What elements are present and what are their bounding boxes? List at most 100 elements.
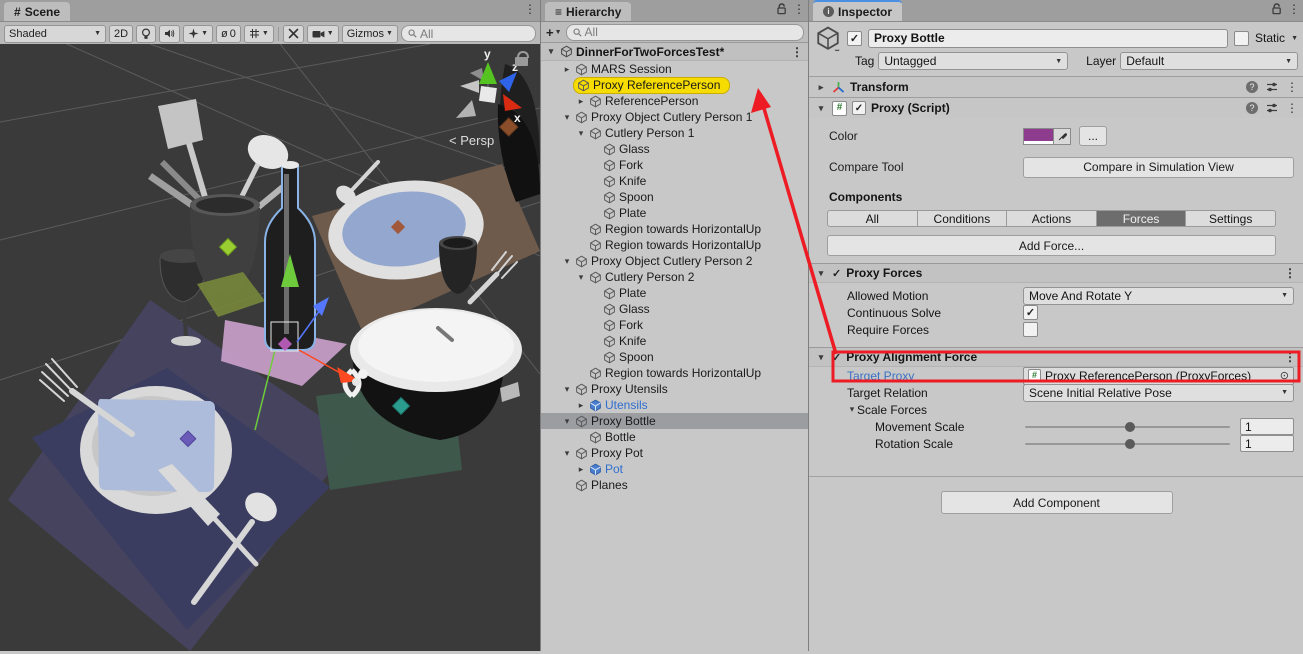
hierarchy-item[interactable]: ▾ Proxy Object Cutlery Person 1 [541, 109, 809, 125]
help-icon[interactable]: ? [1246, 102, 1258, 114]
foldout-arrow[interactable]: ▾ [561, 256, 573, 267]
static-checkbox[interactable] [1234, 31, 1249, 46]
foldout-arrow[interactable]: ▾ [575, 272, 587, 283]
hierarchy-item[interactable]: Glass [541, 301, 809, 317]
foldout-arrow[interactable]: ▾ [815, 103, 827, 114]
hierarchy-item[interactable]: Glass [541, 141, 809, 157]
scene-lighting-button[interactable] [136, 25, 156, 43]
static-dropdown-arrow[interactable]: ▼ [1291, 35, 1298, 42]
scene-menu-icon[interactable]: ⋮ [524, 3, 536, 15]
component-menu-icon[interactable]: ⋮ [1286, 81, 1298, 93]
hierarchy-item[interactable]: Spoon [541, 349, 809, 365]
hierarchy-item[interactable]: ▸ ReferencePerson [541, 93, 809, 109]
scene-effects-dropdown[interactable]: ▼ [183, 25, 213, 43]
section-menu-icon[interactable]: ⋮ [1284, 267, 1296, 279]
hierarchy-item[interactable]: ▾ Cutlery Person 2 [541, 269, 809, 285]
gameobject-big-cube-icon[interactable] [815, 25, 841, 51]
hierarchy-item[interactable]: Knife [541, 333, 809, 349]
movement-scale-value[interactable]: 1 [1240, 418, 1294, 435]
inspector-menu-icon[interactable]: ⋮ [1288, 3, 1300, 15]
persp-label[interactable]: < Persp [449, 133, 494, 148]
foldout-arrow[interactable]: ▾ [815, 352, 827, 363]
presets-icon[interactable] [1266, 102, 1278, 114]
hierarchy-item[interactable]: ▸ Utensils [541, 397, 809, 413]
presets-icon[interactable] [1266, 81, 1278, 93]
proxy-forces-header[interactable]: ▾ ✓ Proxy Forces ⋮ [809, 263, 1303, 283]
foldout-arrow[interactable]: ▾ [561, 112, 573, 123]
color-swatch[interactable] [1024, 129, 1053, 144]
hierarchy-item[interactable]: Bottle [541, 429, 809, 445]
rotation-scale-value[interactable]: 1 [1240, 435, 1294, 452]
hierarchy-item[interactable]: Knife [541, 173, 809, 189]
allowed-motion-dropdown[interactable]: Move And Rotate Y▼ [1023, 287, 1294, 305]
require-forces-checkbox[interactable] [1023, 322, 1038, 337]
scene-camera-dropdown[interactable]: ▼ [307, 25, 339, 43]
eyedropper-icon[interactable] [1053, 129, 1070, 144]
object-picker-icon[interactable]: ⊙ [1280, 369, 1289, 382]
hierarchy-item[interactable]: ▾ Proxy Utensils [541, 381, 809, 397]
hierarchy-item[interactable]: Fork [541, 157, 809, 173]
layer-dropdown[interactable]: Default▼ [1120, 52, 1298, 70]
hierarchy-item[interactable]: ▸ Pot [541, 461, 809, 477]
proxy-alignment-force-header[interactable]: ▾ ✓ Proxy Alignment Force ⋮ [809, 347, 1303, 367]
component-menu-icon[interactable]: ⋮ [1286, 102, 1298, 114]
component-enabled-checkbox[interactable]: ✓ [852, 101, 866, 115]
add-force-button[interactable]: Add Force... [827, 235, 1276, 256]
grid-visibility-dropdown[interactable]: ▼ [244, 25, 274, 43]
transform-component-header[interactable]: ▸ Transform ? ⋮ [809, 76, 1303, 97]
hierarchy-item[interactable]: Planes [541, 477, 809, 493]
tab-hierarchy[interactable]: ≡ Hierarchy [545, 2, 631, 21]
hierarchy-item[interactable]: Plate [541, 205, 809, 221]
target-relation-dropdown[interactable]: Scene Initial Relative Pose▼ [1023, 384, 1294, 402]
target-proxy-object-field[interactable]: # Proxy ReferencePerson (ProxyForces) ⊙ [1023, 367, 1294, 385]
foldout-arrow[interactable]: ▸ [575, 464, 587, 475]
tab-settings[interactable]: Settings [1186, 210, 1276, 227]
section-menu-icon[interactable]: ⋮ [1284, 351, 1296, 363]
scene-viewport[interactable]: y z x < Persp [0, 44, 540, 651]
tab-actions[interactable]: Actions [1007, 210, 1097, 227]
foldout-arrow[interactable]: ▾ [561, 448, 573, 459]
hierarchy-item[interactable]: Region towards HorizontalUp [541, 221, 809, 237]
foldout-arrow[interactable]: ▾ [575, 128, 587, 139]
toggle-2d-button[interactable]: 2D [109, 25, 133, 43]
movement-scale-slider[interactable] [1025, 426, 1230, 428]
create-object-button[interactable]: +▼ [546, 25, 562, 40]
foldout-arrow[interactable]: ▾ [545, 46, 557, 57]
foldout-arrow[interactable]: ▾ [561, 384, 573, 395]
foldout-arrow[interactable]: ▾ [561, 416, 573, 427]
tab-inspector[interactable]: i Inspector [813, 0, 902, 21]
foldout-arrow[interactable]: ▸ [575, 96, 587, 107]
foldout-arrow[interactable]: ▸ [575, 400, 587, 411]
scene-root-row[interactable]: ▾ DinnerForTwoForcesTest* ⋮ [541, 43, 809, 61]
hierarchy-item[interactable]: ▾ Proxy Pot [541, 445, 809, 461]
hierarchy-item[interactable]: Region towards HorizontalUp [541, 365, 809, 381]
plate-person2[interactable] [80, 386, 232, 514]
foldout-arrow[interactable]: ▾ [847, 404, 857, 415]
scene-search-input[interactable]: All [401, 25, 536, 42]
active-checkbox[interactable]: ✓ [847, 31, 862, 46]
foldout-arrow[interactable]: ▸ [561, 64, 573, 75]
tab-conditions[interactable]: Conditions [918, 210, 1008, 227]
proxy-component-header[interactable]: ▾ # ✓ Proxy (Script) ? ⋮ [809, 97, 1303, 118]
hierarchy-item[interactable]: Proxy ReferencePerson [541, 77, 809, 93]
scene-tools-button[interactable] [283, 25, 304, 43]
color-field[interactable] [1023, 128, 1071, 145]
tab-scene[interactable]: # Scene [4, 2, 70, 21]
hierarchy-search-input[interactable]: All [566, 24, 804, 41]
continuous-solve-checkbox[interactable]: ✓ [1023, 305, 1038, 320]
lock-icon[interactable] [776, 3, 787, 15]
hierarchy-item[interactable]: ▾ Proxy Object Cutlery Person 2 [541, 253, 809, 269]
gizmos-dropdown[interactable]: Gizmos ▼ [342, 25, 398, 43]
hierarchy-item[interactable]: Region towards HorizontalUp [541, 237, 809, 253]
compare-simulation-button[interactable]: Compare in Simulation View [1023, 157, 1294, 178]
foldout-arrow[interactable]: ▸ [815, 82, 827, 93]
tab-all[interactable]: All [827, 210, 918, 227]
help-icon[interactable]: ? [1246, 81, 1258, 93]
hierarchy-menu-icon[interactable]: ⋮ [793, 3, 805, 15]
hierarchy-item[interactable]: Spoon [541, 189, 809, 205]
scale-forces-row[interactable]: ▾ Scale Forces [809, 401, 1303, 418]
tag-dropdown[interactable]: Untagged▼ [878, 52, 1068, 70]
shading-mode-dropdown[interactable]: Shaded ▼ [4, 25, 106, 43]
color-more-button[interactable]: ... [1079, 126, 1107, 146]
hierarchy-item[interactable]: ▾ Cutlery Person 1 [541, 125, 809, 141]
